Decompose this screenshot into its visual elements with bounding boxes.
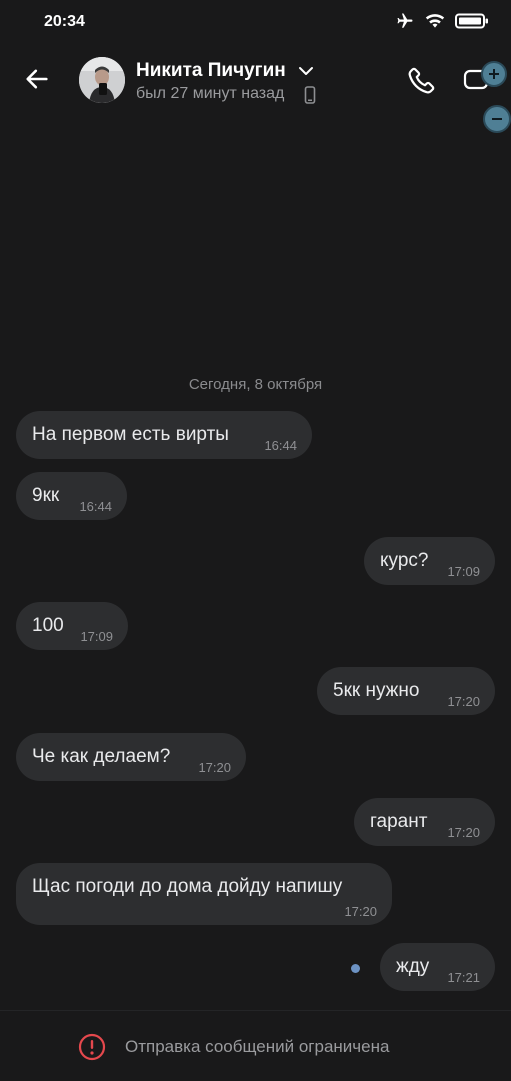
message-incoming[interactable]: На первом есть вирты 16:44 [16,411,312,459]
status-time: 20:34 [44,13,85,30]
status-bar: 20:34 [0,0,511,44]
message-incoming[interactable]: 100 17:09 [16,602,128,650]
unread-indicator [351,964,360,973]
message-time: 17:20 [447,825,480,840]
message-time: 16:44 [79,499,112,514]
voice-call-button[interactable] [404,62,440,98]
message-text: 100 [32,615,64,636]
mobile-device-icon [304,86,316,104]
restriction-text: Отправка сообщений ограничена [125,1037,390,1056]
plus-icon [489,69,499,79]
message-text: Щас погоди до дома дойду напишу [32,876,343,897]
message-time: 17:09 [447,564,480,579]
message-incoming[interactable]: 9кк 16:44 [16,472,127,520]
chevron-down-icon[interactable] [298,64,314,78]
back-button[interactable] [20,62,54,96]
message-time: 17:09 [80,629,113,644]
zoom-out-button[interactable] [483,105,511,133]
avatar[interactable] [79,57,125,103]
message-outgoing[interactable]: жду 17:21 [380,943,495,991]
message-time: 17:20 [344,904,377,919]
chat-header: Никита Пичугин был 27 минут назад [0,44,511,114]
last-seen-status: был 27 минут назад [136,85,285,102]
warning-circle-icon [78,1033,106,1061]
message-text: жду [396,956,430,977]
message-time: 17:20 [447,694,480,709]
battery-icon [455,13,488,29]
message-text: На первом есть вирты [32,424,229,445]
message-outgoing[interactable]: 5кк нужно 17:20 [317,667,495,715]
message-time: 16:44 [264,438,297,453]
message-time: 17:20 [198,760,231,775]
wifi-icon [425,14,445,28]
message-outgoing[interactable]: курс? 17:09 [364,537,495,585]
avatar-photo [79,57,125,103]
contact-name[interactable]: Никита Пичугин [136,60,286,82]
message-text: курс? [380,550,429,571]
arrow-left-icon [26,69,48,89]
message-incoming[interactable]: Че как делаем? 17:20 [16,733,246,781]
message-text: 9кк [32,485,60,506]
zoom-in-button[interactable] [481,61,507,87]
message-text: гарант [370,811,428,832]
message-text: 5кк нужно [333,680,420,701]
airplane-mode-icon [397,13,413,28]
message-outgoing[interactable]: гарант 17:20 [354,798,495,846]
composer-restricted-bar: Отправка сообщений ограничена [0,1010,511,1081]
message-text: Че как делаем? [32,746,171,767]
phone-icon [408,67,435,94]
date-separator: Сегодня, 8 октября [188,376,323,393]
message-incoming[interactable]: Щас погоди до дома дойду напишу 17:20 [16,863,392,925]
status-icons [395,12,489,30]
minus-icon [492,118,502,120]
message-time: 17:21 [447,970,480,985]
